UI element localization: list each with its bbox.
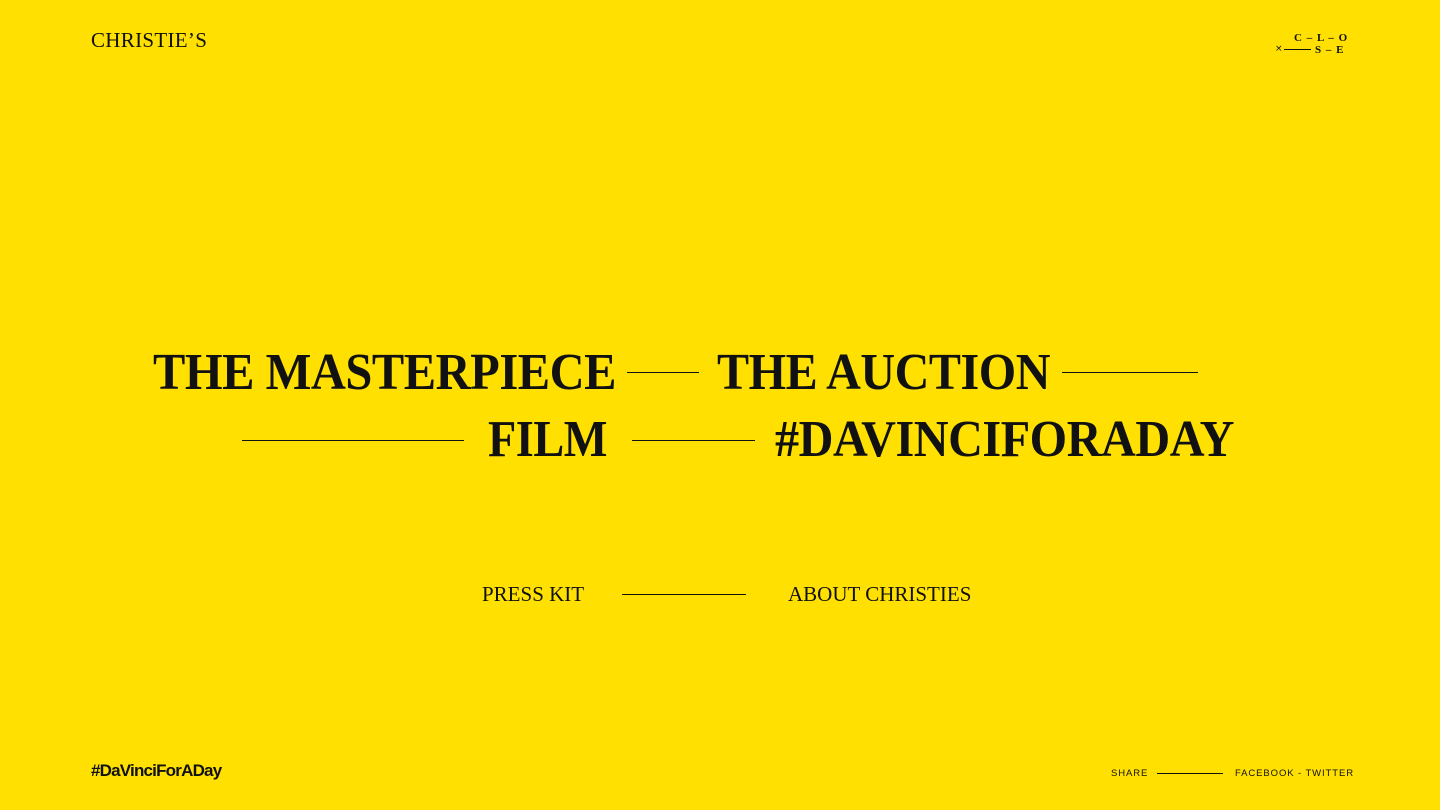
share-divider: [1157, 773, 1223, 774]
nav-the-masterpiece[interactable]: THE MASTERPIECE: [153, 345, 616, 401]
close-label-top: C – L – O: [1294, 32, 1349, 44]
nav-divider: [627, 372, 699, 373]
nav-the-auction[interactable]: THE AUCTION: [717, 345, 1050, 401]
nav-divider: [1062, 372, 1198, 373]
share-links: FACEBOOK - TWITTER: [1235, 768, 1354, 780]
twitter-link[interactable]: TWITTER: [1305, 768, 1354, 779]
christies-logo[interactable]: CHRISTIE’S: [91, 28, 207, 52]
subnav-divider: [622, 594, 746, 595]
close-rule: [1284, 49, 1311, 50]
close-button[interactable]: × C – L – O S – E: [1272, 30, 1356, 58]
nav-divider: [632, 440, 755, 441]
share-separator: -: [1294, 768, 1306, 779]
footer-hashtag: #DaVinciForADay: [91, 761, 222, 780]
nav-davinciforaday[interactable]: #DAVINCIFORADAY: [775, 412, 1234, 468]
nav-film[interactable]: FILM: [488, 412, 607, 468]
close-label-bottom: S – E: [1315, 44, 1345, 56]
close-icon: ×: [1275, 44, 1283, 54]
about-christies-link[interactable]: ABOUT CHRISTIES: [788, 582, 971, 606]
nav-divider: [242, 440, 464, 441]
press-kit-link[interactable]: PRESS KIT: [482, 582, 584, 606]
share-label: SHARE: [1111, 768, 1149, 779]
facebook-link[interactable]: FACEBOOK: [1235, 768, 1294, 779]
